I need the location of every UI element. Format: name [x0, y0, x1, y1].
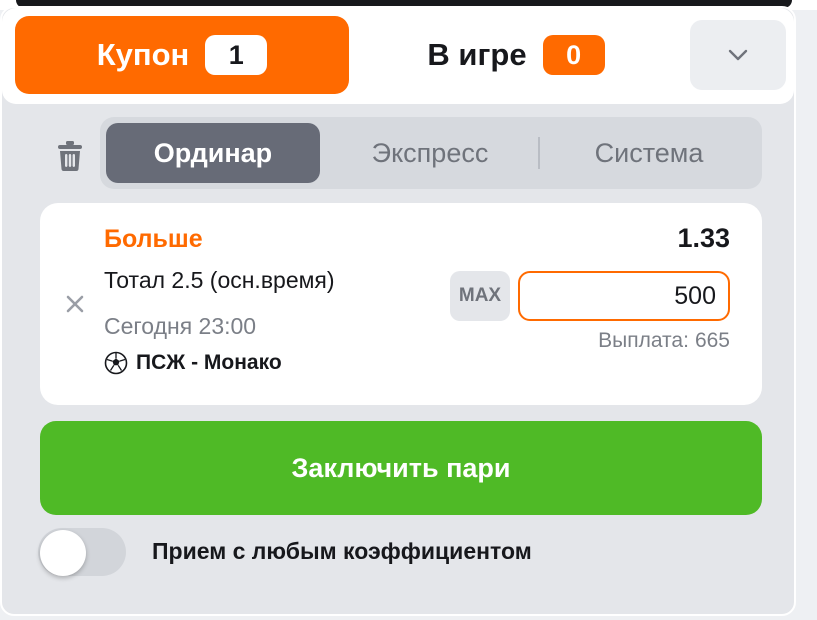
bet-card: Больше Тотал 2.5 (осн.время) Сегодня 23:…: [40, 203, 762, 405]
bet-type-selector: Ординар Экспресс Система: [100, 117, 762, 189]
segment-divider: [538, 137, 540, 169]
max-stake-button[interactable]: MAX: [450, 271, 510, 321]
tab-in-play[interactable]: В игре 0: [349, 16, 683, 94]
stake-input[interactable]: [518, 271, 730, 321]
payout-info: Выплата: 665: [598, 329, 730, 353]
tab-coupon-label: Купон: [96, 37, 190, 72]
payout-label: Выплата:: [598, 329, 689, 352]
accept-any-odds-label: Прием с любым коэффициентом: [152, 538, 532, 564]
tab-coupon[interactable]: Купон 1: [15, 16, 349, 94]
bet-type-express[interactable]: Экспресс: [324, 123, 536, 183]
accept-any-odds-toggle[interactable]: [38, 528, 126, 576]
tab-in-play-count: 0: [542, 35, 605, 75]
event-match-name: ПСЖ - Монако: [136, 351, 282, 374]
collapse-button[interactable]: [690, 20, 786, 90]
bet-type-system[interactable]: Система: [542, 123, 756, 183]
event-match: ПСЖ - Монако: [104, 351, 282, 375]
bet-odds: 1.33: [677, 223, 730, 253]
bet-slip-panel: Купон 1 В игре 0 Ординар Экспресс Систем…: [0, 6, 796, 616]
event-datetime: Сегодня 23:00: [104, 313, 257, 339]
toggle-knob: [40, 530, 86, 576]
bet-type-single[interactable]: Ординар: [106, 123, 320, 183]
trash-icon: [58, 141, 82, 171]
clear-coupon-button[interactable]: [52, 136, 88, 176]
remove-bet-button[interactable]: [60, 289, 90, 319]
tab-coupon-count: 1: [205, 35, 268, 75]
bet-slip-header: Купон 1 В игре 0: [2, 8, 794, 104]
chevron-down-icon: [728, 49, 748, 61]
close-icon: [66, 295, 84, 313]
payout-value: 665: [694, 329, 730, 352]
bet-outcome: Больше: [104, 225, 203, 253]
bet-market: Тотал 2.5 (осн.время): [104, 267, 335, 293]
soccer-ball-icon: [104, 351, 128, 375]
tab-in-play-label: В игре: [427, 37, 527, 72]
place-bet-button[interactable]: Заключить пари: [40, 421, 762, 515]
